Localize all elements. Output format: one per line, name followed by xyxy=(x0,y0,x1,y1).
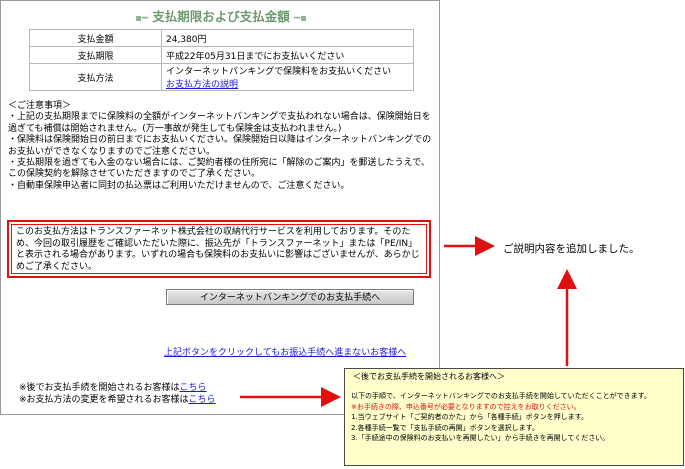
title-decoration-left: ▪━ xyxy=(135,13,148,24)
later-payment-links: ※後でお支払手続を開始されるお客様はこちら ※お支払方法の変更を希望されるお客様… xyxy=(19,383,216,406)
later-line-1-text: ※後でお支払手続を開始されるお客様は xyxy=(19,383,180,393)
popup-line: 以下の手順で、インターネットバンキングでのお支払手続を開始していただくことができ… xyxy=(351,392,651,400)
later-instructions-popup: ＜後でお支払手続を開始されるお客様へ＞ 以下の手順で、インターネットバンキングで… xyxy=(344,368,684,466)
summary-label: 支払方法 xyxy=(29,63,162,91)
later-line-1: ※後でお支払手続を開始されるお客様はこちら xyxy=(19,383,216,395)
page-title: ▪━ 支払期限および支払金額 ━▪ xyxy=(1,6,441,25)
popup-line: 2.各種手続一覧で「支払手続の再開」ボタンを選択します。 xyxy=(351,423,539,432)
highlighted-notice-text: このお支払方法はトランスファーネット株式会社の収納代行サービスを利用しております… xyxy=(11,224,427,274)
popup-line: 3.「手続途中の保険料のお支払いを再開したい」から手続きを再開してください。 xyxy=(351,434,610,442)
note-item: ・上記の支払期限までに保険料の全額がインターネットバンキングで支払われない場合は… xyxy=(8,112,431,134)
note-item: ・自動車保険申込者に同封の払込票はご利用いただけませんので、ご注意ください。 xyxy=(8,180,350,191)
start-later-link[interactable]: こちら xyxy=(180,383,207,393)
later-line-2: ※お支払方法の変更を希望されるお客様はこちら xyxy=(19,395,216,407)
added-explanation-callout: ご説明内容を追加しました。 xyxy=(503,243,640,255)
later-line-2-text: ※お支払方法の変更を希望されるお客様は xyxy=(19,394,189,405)
highlighted-notice-box: このお支払方法はトランスファーネット株式会社の収納代行サービスを利用しております… xyxy=(7,220,431,278)
summary-value: 24,380円 xyxy=(161,29,414,47)
summary-row-method: 支払方法 インターネットバンキングで保険料をお支払いください お支払方法の説明 xyxy=(29,63,414,91)
summary-value: インターネットバンキングで保険料をお支払いください xyxy=(166,67,392,77)
payment-summary-table: 支払金額 24,380円 支払期限 平成22年05月31日までにお支払いください… xyxy=(29,29,414,91)
change-method-link[interactable]: こちら xyxy=(189,395,216,405)
page-title-text: 支払期限および支払金額 xyxy=(152,9,290,24)
summary-label: 支払金額 xyxy=(29,29,162,47)
summary-value: 平成22年05月31日までにお支払いください xyxy=(161,46,414,64)
note-item: ・支払期限を過ぎても入金のない場合には、ご契約者様の住所宛に「解除のご案内」を郵… xyxy=(8,158,430,180)
popup-heading: ＜後でお支払手続を開始されるお客様へ＞ xyxy=(353,372,505,381)
note-item: ・保険料は保険開始日の前日までにお支払いください。保険開始日以降はインターネット… xyxy=(8,135,432,157)
summary-row-deadline: 支払期限 平成22年05月31日までにお支払いください xyxy=(29,46,414,64)
notes-heading: ＜ご注意事項＞ xyxy=(8,101,72,111)
popup-line: 1.当ウェブサイト「ご契約者のかた」から「各種手続」ボタンを押します。 xyxy=(351,413,588,421)
summary-label: 支払期限 xyxy=(29,46,162,64)
popup-body: 以下の手順で、インターネットバンキングでのお支払手続を開始していただくことができ… xyxy=(351,391,679,444)
trouble-proceeding-link[interactable]: 上記ボタンをクリックしてもお振込手続へ進まないお客様へ xyxy=(164,345,406,358)
payment-panel: ▪━ 支払期限および支払金額 ━▪ 支払金額 24,380円 支払期限 平成22… xyxy=(0,0,440,415)
summary-row-amount: 支払金額 24,380円 xyxy=(29,29,414,47)
summary-value-cell: インターネットバンキングで保険料をお支払いください お支払方法の説明 xyxy=(161,63,414,91)
title-decoration-right: ━▪ xyxy=(294,13,307,24)
payment-method-help-link[interactable]: お支払方法の説明 xyxy=(166,77,409,90)
popup-warning-line: ※お手続きの際、申込番号が必要となりますので控えをお取りください。 xyxy=(351,402,581,411)
notes-section: ＜ご注意事項＞ ・上記の支払期限までに保険料の全額がインターネットバンキングで支… xyxy=(8,101,436,192)
internet-banking-proceed-button[interactable]: インターネットバンキングでのお支払手続へ xyxy=(166,289,414,305)
